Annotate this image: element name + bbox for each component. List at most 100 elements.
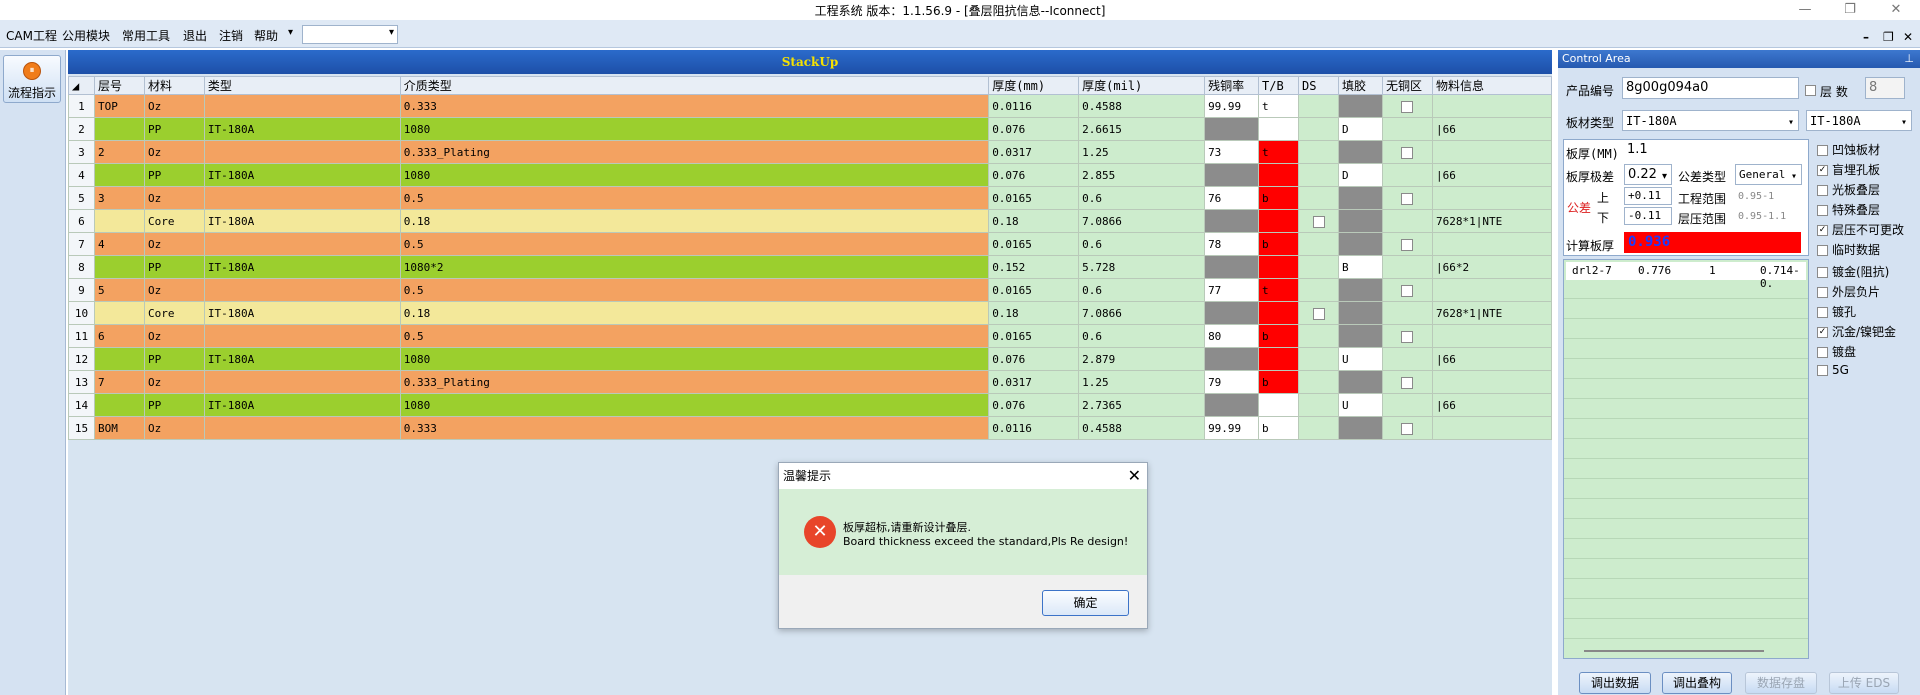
cell-layer[interactable]: 5: [93, 278, 145, 302]
cell-type[interactable]: [203, 370, 401, 394]
cell-thickness-mm[interactable]: 0.0317: [988, 370, 1080, 394]
layer-count-checkbox[interactable]: [1805, 85, 1816, 96]
cell-thickness-mm[interactable]: 0.18: [988, 301, 1080, 325]
cell-material-info[interactable]: [1431, 416, 1553, 440]
cell-material-info[interactable]: |66: [1431, 347, 1553, 371]
cell-material[interactable]: PP: [143, 393, 205, 417]
cell-thickness-mil[interactable]: 7.0866: [1078, 209, 1206, 233]
col-type[interactable]: 类型: [203, 76, 401, 95]
cell-dielectric[interactable]: 1080*2: [399, 255, 990, 279]
cell-material-info[interactable]: [1431, 94, 1553, 118]
cell-dielectric[interactable]: 1080: [399, 163, 990, 187]
cell-ds[interactable]: [1298, 301, 1339, 325]
cell-type[interactable]: IT-180A: [203, 209, 401, 233]
cell-fill[interactable]: [1338, 370, 1383, 394]
upload-eds-button[interactable]: 上传 EDS: [1829, 672, 1899, 694]
restore-icon[interactable]: ❐: [1830, 0, 1870, 20]
cell-tb[interactable]: [1258, 117, 1300, 141]
cell-thickness-mm[interactable]: 0.0165: [988, 324, 1080, 348]
cell-type[interactable]: [203, 416, 401, 440]
cell-material[interactable]: Oz: [143, 370, 205, 394]
unchecked-icon[interactable]: [1817, 185, 1828, 196]
cell-layer[interactable]: [93, 301, 145, 325]
list-item[interactable]: drl2-7 0.776 1 0.714-0.: [1566, 262, 1806, 290]
cell-no-copper[interactable]: [1381, 209, 1433, 233]
cell-fill[interactable]: U: [1338, 347, 1383, 371]
cell-residual-copper[interactable]: [1204, 255, 1260, 279]
cell-type[interactable]: IT-180A: [203, 347, 401, 371]
option-checkbox[interactable]: 镀孔: [1817, 303, 1856, 320]
cell-layer[interactable]: [93, 209, 145, 233]
cell-dielectric[interactable]: 1080: [399, 393, 990, 417]
table-row[interactable]: 13 7 Oz 0.333_Plating 0.0317 1.25 79 b: [68, 370, 1553, 394]
cell-type[interactable]: IT-180A: [203, 117, 401, 141]
cell-tb[interactable]: [1258, 301, 1300, 325]
board-type-select-2[interactable]: IT-180A: [1806, 110, 1912, 133]
cell-tb[interactable]: b: [1258, 324, 1300, 348]
menu-common-tools[interactable]: 常用工具: [122, 27, 170, 44]
cell-no-copper[interactable]: [1381, 324, 1433, 348]
cell-layer[interactable]: [93, 163, 145, 187]
cell-thickness-mm[interactable]: 0.076: [988, 117, 1080, 141]
cell-layer[interactable]: BOM: [93, 416, 145, 440]
cell-material-info[interactable]: |66: [1431, 393, 1553, 417]
cell-residual-copper[interactable]: 78: [1204, 232, 1260, 256]
cell-layer[interactable]: [93, 393, 145, 417]
col-dielectric[interactable]: 介质类型: [399, 76, 990, 95]
cell-thickness-mm[interactable]: 0.076: [988, 163, 1080, 187]
cell-fill[interactable]: [1338, 94, 1383, 118]
cell-ds[interactable]: [1298, 255, 1339, 279]
cell-material[interactable]: PP: [143, 347, 205, 371]
cell-dielectric[interactable]: 0.18: [399, 301, 990, 325]
table-row[interactable]: 10 Core IT-180A 0.18 0.18 7.0866 7628*1|NTE: [68, 301, 1553, 325]
cell-tb[interactable]: b: [1258, 232, 1300, 256]
cell-fill[interactable]: U: [1338, 393, 1383, 417]
cell-type[interactable]: [203, 140, 401, 164]
cell-material-info[interactable]: [1431, 140, 1553, 164]
cell-residual-copper[interactable]: 73: [1204, 140, 1260, 164]
cell-ds[interactable]: [1298, 94, 1339, 118]
cell-type[interactable]: [203, 232, 401, 256]
col-fill[interactable]: 填胶: [1338, 76, 1383, 95]
cell-thickness-mil[interactable]: 1.25: [1078, 140, 1206, 164]
cell-tb[interactable]: [1258, 255, 1300, 279]
cell-thickness-mm[interactable]: 0.152: [988, 255, 1080, 279]
cell-type[interactable]: [203, 278, 401, 302]
cell-layer[interactable]: [93, 347, 145, 371]
cell-thickness-mil[interactable]: 1.25: [1078, 370, 1206, 394]
unchecked-icon[interactable]: [1817, 307, 1828, 318]
cell-no-copper[interactable]: [1381, 186, 1433, 210]
cell-material-info[interactable]: [1431, 232, 1553, 256]
col-thickness-mil[interactable]: 厚度(mil): [1078, 76, 1206, 95]
cell-residual-copper[interactable]: [1204, 393, 1260, 417]
cell-thickness-mm[interactable]: 0.0116: [988, 94, 1080, 118]
cell-ds[interactable]: [1298, 140, 1339, 164]
cell-material[interactable]: Core: [143, 209, 205, 233]
layer-count-input[interactable]: 8: [1865, 77, 1905, 99]
checked-icon[interactable]: ✓: [1817, 327, 1828, 338]
cell-material-info[interactable]: [1431, 324, 1553, 348]
cell-material[interactable]: Oz: [143, 94, 205, 118]
cell-ds[interactable]: [1298, 393, 1339, 417]
help-arrow-icon[interactable]: ▾: [288, 27, 293, 38]
minimize-icon[interactable]: —: [1785, 0, 1825, 20]
cell-ds[interactable]: [1298, 117, 1339, 141]
menu-common-module[interactable]: 公用模块: [62, 27, 110, 44]
cell-thickness-mil[interactable]: 7.0866: [1078, 301, 1206, 325]
table-row[interactable]: 6 Core IT-180A 0.18 0.18 7.0866 7628*1|NTE: [68, 209, 1553, 233]
cell-ds[interactable]: [1298, 324, 1339, 348]
cell-residual-copper[interactable]: 99.99: [1204, 416, 1260, 440]
option-checkbox[interactable]: 光板叠层: [1817, 181, 1880, 198]
cell-layer[interactable]: TOP: [93, 94, 145, 118]
cell-tb[interactable]: [1258, 393, 1300, 417]
cell-fill[interactable]: D: [1338, 117, 1383, 141]
option-checkbox[interactable]: 5G: [1817, 363, 1849, 377]
unchecked-icon[interactable]: [1817, 347, 1828, 358]
col-thickness-mm[interactable]: 厚度(mm): [988, 76, 1080, 95]
table-row[interactable]: 12 PP IT-180A 1080 0.076 2.879 U |66: [68, 347, 1553, 371]
cell-material[interactable]: Oz: [143, 324, 205, 348]
cell-tb[interactable]: [1258, 347, 1300, 371]
col-tb[interactable]: T/B: [1258, 76, 1300, 95]
load-data-button[interactable]: 调出数据: [1579, 672, 1651, 694]
cell-layer[interactable]: 6: [93, 324, 145, 348]
